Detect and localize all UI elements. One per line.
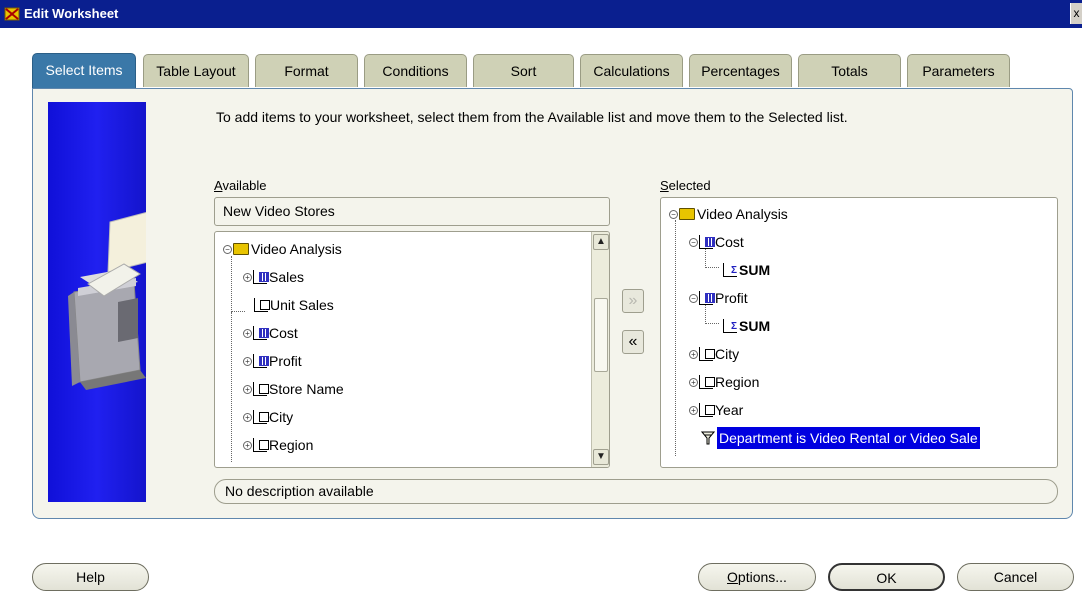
item-icon [699,347,715,361]
item-icon [253,410,269,424]
tab-totals[interactable]: Totals [798,54,901,87]
expand-icon[interactable]: + [243,440,252,450]
expand-icon[interactable]: + [243,272,252,282]
expand-icon[interactable]: + [243,356,252,366]
tab-calculations[interactable]: Calculations [580,54,683,87]
tab-percentages[interactable]: Percentages [689,54,792,87]
expand-icon[interactable]: + [243,328,252,338]
add-to-selected-button[interactable]: » [622,289,644,313]
tree-node[interactable]: + Profit [243,350,302,372]
tree-node[interactable]: + Cost [243,322,298,344]
expand-icon[interactable]: + [689,377,698,387]
tree-node-selected[interactable]: Department is Video Rental or Video Sale [701,427,980,449]
tree-node[interactable]: SUM [723,259,770,281]
item-icon [699,375,715,389]
tree-node[interactable]: + Year [689,399,743,421]
folder-icon [233,243,249,255]
selected-items-list[interactable]: − Video Analysis − Cost SUM − Profit SUM… [660,197,1058,468]
business-area-dropdown[interactable]: New Video Stores [214,197,610,226]
close-icon[interactable]: x [1070,3,1082,24]
tree-node[interactable]: SUM [723,315,770,337]
tab-conditions[interactable]: Conditions [364,54,467,87]
tree-node[interactable]: + Store Name [243,378,344,400]
tree-node[interactable]: + Region [689,371,759,393]
ok-button[interactable]: OK [828,563,945,591]
item-icon [699,403,715,417]
item-icon [254,298,270,312]
tab-format[interactable]: Format [255,54,358,87]
collapse-icon[interactable]: − [689,237,698,247]
tab-select-items[interactable]: Select Items [32,53,136,88]
selected-label: Selected [660,178,711,193]
tree-node[interactable]: + Sales [243,266,304,288]
numeric-item-icon [253,270,269,284]
tree-node[interactable]: + City [243,406,293,428]
tree-node[interactable]: − Video Analysis [669,203,788,225]
scroll-thumb[interactable] [594,298,608,372]
tab-sort[interactable]: Sort [473,54,574,87]
expand-icon[interactable]: + [243,384,252,394]
tab-parameters[interactable]: Parameters [907,54,1010,87]
collapse-icon[interactable]: − [669,209,678,219]
window-title: Edit Worksheet [24,6,119,21]
numeric-item-icon [253,354,269,368]
instructions-text: To add items to your worksheet, select t… [216,109,848,125]
folder-icon [679,208,695,220]
numeric-item-icon [253,326,269,340]
worksheet-app-icon [4,7,20,21]
collapse-icon[interactable]: − [223,244,232,254]
expand-icon[interactable]: + [689,349,698,359]
tree-node[interactable]: − Cost [689,231,744,253]
tree-node[interactable]: − Profit [689,287,748,309]
expand-icon[interactable]: + [689,405,698,415]
description-field: No description available [214,479,1058,504]
filter-funnel-icon [701,431,715,445]
title-bar: Edit Worksheet x [0,0,1082,28]
item-icon [253,382,269,396]
numeric-item-icon [699,291,715,305]
expand-icon[interactable]: + [243,412,252,422]
vertical-scrollbar[interactable]: ▲ ▼ [591,232,609,467]
tree-node[interactable]: + City [689,343,739,365]
item-icon [253,438,269,452]
tab-table-layout[interactable]: Table Layout [143,54,249,87]
wizard-side-image [48,102,149,502]
help-button[interactable]: Help [32,563,149,591]
collapse-icon[interactable]: − [689,293,698,303]
remove-from-selected-button[interactable]: « [622,330,644,354]
cancel-button[interactable]: Cancel [957,563,1074,591]
available-label: Available [214,178,267,193]
aggregate-icon [723,319,739,333]
tree-node[interactable]: + Region [243,434,313,456]
available-items-list[interactable]: − Video Analysis + Sales Unit Sales + Co… [214,231,610,468]
file-cabinet-illustration [68,211,149,390]
scroll-down-icon[interactable]: ▼ [593,449,609,465]
aggregate-icon [723,263,739,277]
numeric-item-icon [699,235,715,249]
scroll-up-icon[interactable]: ▲ [593,234,609,250]
tree-node[interactable]: − Video Analysis [223,238,342,260]
tree-node[interactable]: Unit Sales [254,294,334,316]
options-button[interactable]: Options... [698,563,816,591]
